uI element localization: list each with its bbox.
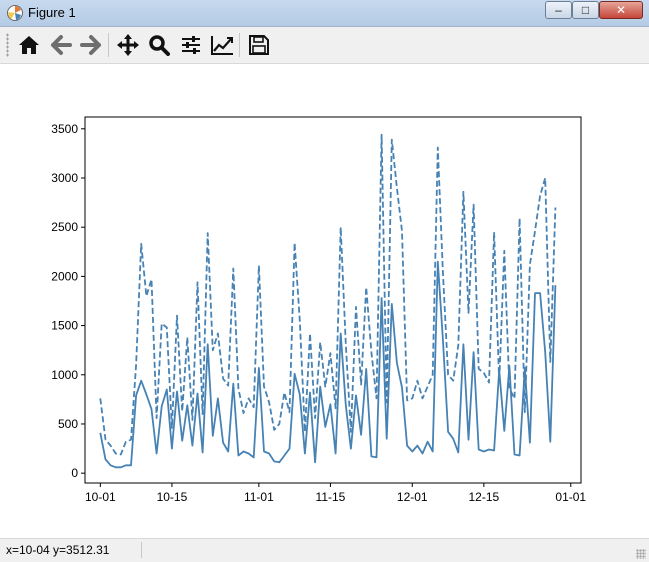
home-icon — [19, 36, 39, 54]
x-tick-label: 01-01 — [555, 490, 586, 504]
back-button[interactable] — [47, 31, 75, 59]
minimize-button[interactable]: ‒ — [545, 1, 572, 19]
y-tick-label: 3000 — [51, 171, 78, 185]
navigation-toolbar — [0, 27, 649, 64]
y-axis: 0 500 1000 1500 2000 2500 3000 3500 — [51, 122, 85, 480]
y-tick-label: 500 — [58, 417, 78, 431]
window-title-bar[interactable]: Figure 1 ‒ □ ✕ — [0, 0, 649, 27]
floppy-disk-icon — [249, 35, 269, 55]
plot-lines — [99, 133, 557, 469]
maximize-icon: □ — [581, 3, 590, 17]
configure-subplots-button[interactable] — [177, 31, 205, 59]
x-tick-label: 11-15 — [316, 490, 346, 504]
close-button[interactable]: ✕ — [599, 1, 643, 19]
y-tick-label: 0 — [71, 466, 78, 480]
window-title: Figure 1 — [28, 5, 76, 20]
forward-button[interactable] — [77, 31, 105, 59]
line-chart[interactable]: 0500100015002000250030003500 10-01 10-15 1… — [5, 64, 644, 538]
move-icon — [117, 34, 139, 56]
arrow-right-icon — [80, 35, 101, 55]
pan-button[interactable] — [114, 31, 142, 59]
y-tick-label: 1000 — [51, 368, 78, 382]
cursor-coordinates: x=10-04 y=3512.31 — [6, 543, 110, 557]
x-tick-label: 10-01 — [85, 490, 116, 504]
y-tick-label: 1500 — [51, 319, 78, 333]
arrow-left-icon — [51, 35, 72, 55]
magnifier-icon — [149, 35, 170, 56]
minimize-icon: ‒ — [555, 3, 562, 17]
status-bar: x=10-04 y=3512.31 — [0, 538, 649, 562]
x-tick-label: 12-15 — [468, 490, 499, 504]
y-tick-label: 3500 — [51, 122, 78, 136]
home-button[interactable] — [15, 31, 43, 59]
toolbar-separator — [108, 33, 109, 57]
x-tick-label: 10-15 — [157, 490, 188, 504]
x-axis: 10-01 10-15 11-01 11-15 12-01 12-15 01-01 — [85, 483, 586, 504]
matplotlib-logo-icon — [7, 5, 23, 21]
x-tick-label: 12-01 — [397, 490, 428, 504]
y-tick-label: 2500 — [51, 220, 78, 234]
maximize-button[interactable]: □ — [572, 1, 599, 19]
sliders-icon — [182, 36, 200, 54]
line-chart-icon — [211, 36, 233, 55]
status-separator — [141, 542, 142, 558]
close-icon: ✕ — [615, 3, 627, 17]
x-tick-label: 11-01 — [244, 490, 274, 504]
y-tick-label: 2000 — [51, 269, 78, 283]
toolbar-grip[interactable] — [6, 33, 9, 57]
toolbar-separator — [239, 33, 240, 57]
save-button[interactable] — [245, 31, 273, 59]
zoom-button[interactable] — [145, 31, 173, 59]
edit-axis-button[interactable] — [208, 31, 236, 59]
resize-grip[interactable] — [636, 549, 646, 559]
figure-canvas[interactable]: 0 500 1000 1500 2000 2500 3000 3500 10-01 10-15 1… — [5, 64, 644, 538]
